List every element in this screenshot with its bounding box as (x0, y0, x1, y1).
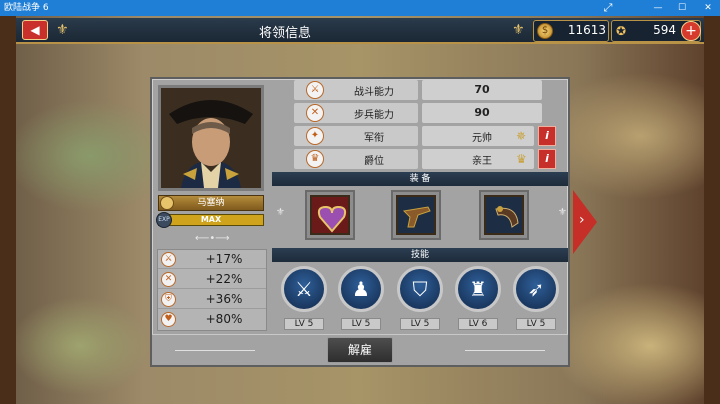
coin-counter: $ 11613 (533, 20, 609, 42)
entrenched-soldier-icon[interactable]: ⛉ (397, 266, 443, 312)
general-portrait (158, 85, 264, 191)
stat-label: 步兵能力 (354, 110, 394, 121)
flintlock-pistol-icon (396, 195, 436, 235)
dismiss-button[interactable]: 解雇 (327, 337, 393, 363)
footer-decoration-right (465, 350, 545, 351)
crossed-swords-icon: ⚔ (161, 252, 176, 267)
medal-icon: ✪ (616, 24, 627, 38)
general-name: 马塞纳 (197, 198, 225, 208)
marshal-insignia-icon: ✵ (516, 129, 527, 143)
medal-value: 594 (653, 23, 676, 37)
rifle-icon: ✕ (161, 272, 176, 287)
equipment-header: 装 备 (272, 172, 568, 186)
stat-row-combat: ⚔ 战斗能力 70 (274, 80, 564, 100)
infantry-column-icon[interactable]: ♟ (338, 266, 384, 312)
page-title: 将领信息 (258, 26, 311, 41)
ornament-left: ⚜ (276, 207, 285, 218)
chevron-right-icon: › (579, 212, 585, 228)
stat-row-rank: ✦ 军衔 元帅 ✵ i (274, 126, 564, 146)
stat-label: 爵位 (364, 156, 384, 167)
equipment-slot[interactable] (391, 190, 441, 240)
rank-info-button[interactable]: i (538, 126, 556, 146)
bonus-row: ✕ +22% (158, 270, 266, 289)
expand-icon[interactable]: ⤢ (596, 0, 620, 16)
skills-header-label: 技能 (410, 250, 429, 260)
ornament-divider: ⟵•⟶ (195, 233, 230, 244)
fleur-de-lis-icon: ⚜ (512, 22, 525, 38)
bonus-value: +36% (205, 292, 243, 306)
stat-value-box: 90 (422, 103, 542, 123)
skill-level: LV 6 (458, 318, 498, 330)
stat-label: 战斗能力 (354, 87, 394, 98)
back-button[interactable]: ◀ (22, 20, 48, 40)
equipment-slot[interactable] (305, 190, 355, 240)
bonus-row: ⛨ +36% (158, 290, 266, 309)
equipment-header-label: 装 备 (409, 174, 431, 184)
bonus-row: ♥ +80% (158, 310, 266, 329)
exp-bar: MAX (158, 214, 264, 226)
add-medals-button[interactable]: + (681, 21, 701, 41)
general-crest-icon (160, 196, 174, 210)
maximize-button[interactable]: ☐ (670, 0, 694, 16)
bonus-row: ⚔ +17% (158, 250, 266, 269)
portrait-image (161, 88, 261, 188)
skill-level: LV 5 (516, 318, 556, 330)
next-general-button[interactable] (573, 190, 597, 254)
stat-value: 90 (474, 106, 490, 119)
bonus-list: ⚔ +17% ✕ +22% ⛨ +36% ♥ +80% (157, 249, 267, 331)
purple-heart-medal-icon (310, 195, 350, 235)
bonus-value: +17% (205, 252, 243, 266)
close-button[interactable]: ✕ (696, 0, 720, 16)
stat-value: 70 (474, 83, 490, 96)
crown-icon: ♛ (306, 150, 324, 168)
powder-horn-icon (484, 195, 524, 235)
bugle-icon[interactable]: ➶ (513, 266, 559, 312)
title-info-button[interactable]: i (538, 149, 556, 169)
stat-label: 军衔 (364, 133, 384, 144)
stat-value: 元帅 (472, 133, 492, 144)
shield-icon: ⛨ (161, 292, 176, 307)
infantry-charge-icon[interactable]: ⚔ (281, 266, 327, 312)
rifle-icon: ✕ (306, 104, 324, 122)
bonus-value: +80% (205, 312, 243, 326)
heart-icon: ♥ (161, 312, 176, 327)
coin-value: 11613 (567, 23, 606, 37)
skills-header: 技能 (272, 248, 568, 262)
coin-icon: $ (537, 23, 553, 39)
bonus-value: +22% (205, 272, 243, 286)
stat-value-box: 70 (422, 80, 542, 100)
rank-badge-icon: ✦ (306, 127, 324, 145)
window-titlebar: 欧陆战争 6 ⤢ — ☐ ✕ (0, 0, 720, 16)
minimize-button[interactable]: — (646, 0, 670, 16)
crossed-swords-icon: ⚔ (306, 81, 324, 99)
skill-level: LV 5 (341, 318, 381, 330)
stat-row-title: ♛ 爵位 亲王 ♛ i (274, 149, 564, 169)
exp-value: MAX (200, 215, 222, 224)
skill-level: LV 5 (400, 318, 440, 330)
footer-decoration-left (175, 350, 255, 351)
window-title: 欧陆战争 6 (4, 3, 49, 13)
stat-row-infantry: ✕ 步兵能力 90 (274, 103, 564, 123)
fleur-de-lis-icon: ⚜ (56, 22, 69, 38)
officer-icon[interactable]: ♜ (455, 266, 501, 312)
stat-value: 亲王 (472, 156, 492, 167)
ornament-right: ⚜ (558, 207, 567, 218)
skill-level: LV 5 (284, 318, 324, 330)
equipment-slot[interactable] (479, 190, 529, 240)
exp-icon: EXP (156, 212, 172, 228)
crown-insignia-icon: ♛ (516, 152, 527, 166)
